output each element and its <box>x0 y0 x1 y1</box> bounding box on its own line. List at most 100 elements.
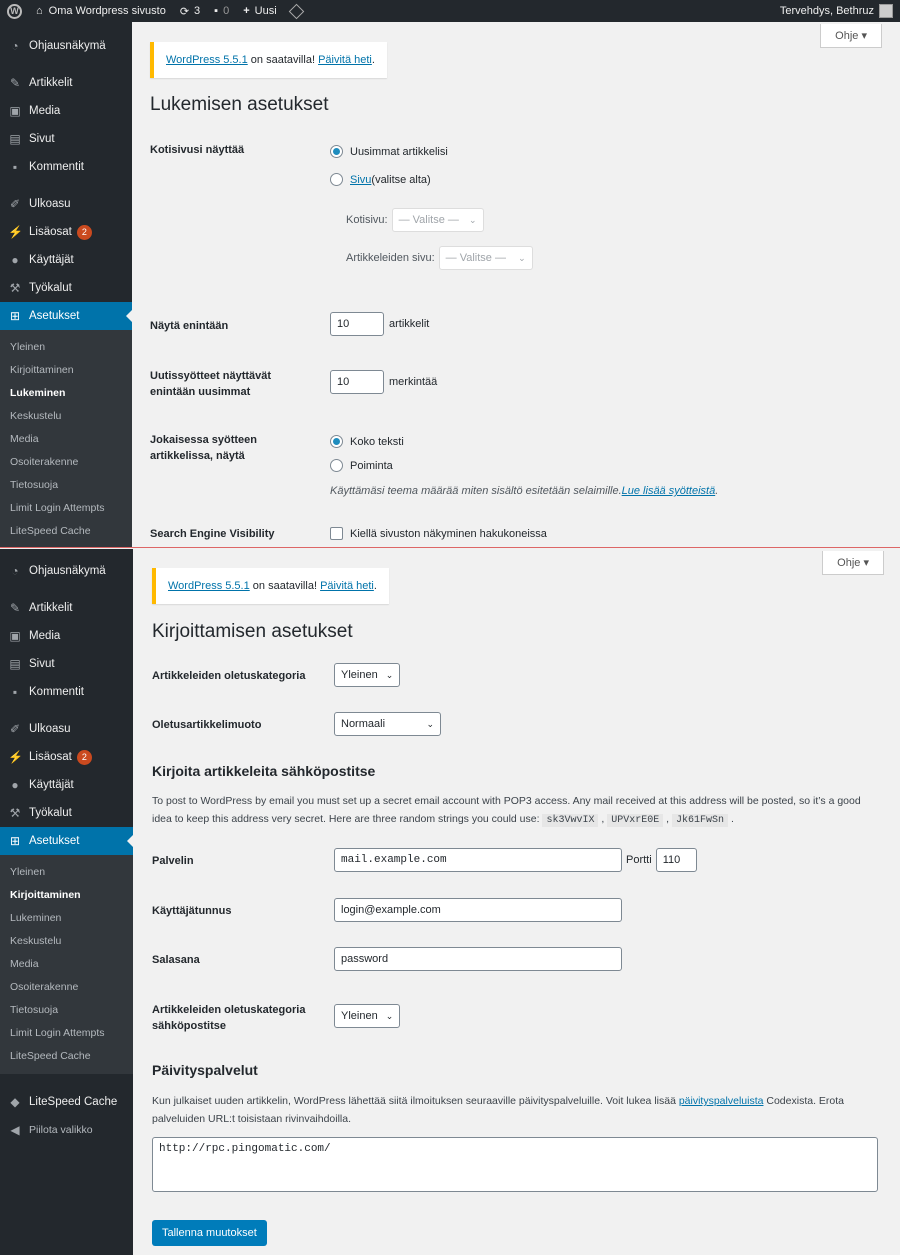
help-button[interactable]: Ohje ▾ <box>822 551 884 575</box>
ping-sites-textarea[interactable]: http://rpc.pingomatic.com/ <box>152 1137 878 1192</box>
update-now-link[interactable]: Päivitä heti <box>320 580 374 592</box>
submenu-reading[interactable]: Lukeminen <box>0 382 132 405</box>
menu-item-appearance[interactable]: ✐ Ulkoasu <box>0 715 133 743</box>
select-placeholder: — Valitse — <box>398 214 459 226</box>
latest-posts-option[interactable]: Uusimmat artikkelisi <box>330 145 448 158</box>
wrench-icon: ⚒ <box>9 281 21 295</box>
wordpress-version-link[interactable]: WordPress 5.5.1 <box>166 54 248 66</box>
homepage-select[interactable]: — Valitse — ⌄ <box>391 208 484 232</box>
menu-item-settings[interactable]: ⊞ Asetukset <box>0 302 132 330</box>
latest-posts-label: Uusimmat artikkelisi <box>350 145 448 158</box>
menu-item-posts[interactable]: ✎ Artikkelit <box>0 594 133 622</box>
update-now-link[interactable]: Päivitä heti <box>318 54 372 66</box>
page-link[interactable]: Sivu <box>350 174 371 186</box>
submenu-limit-login[interactable]: Limit Login Attempts <box>0 1022 133 1045</box>
menu-item-plugins[interactable]: ⚡ Lisäosat 2 <box>0 743 133 771</box>
login-name-input[interactable]: login@example.com <box>334 898 622 922</box>
menu-item-media[interactable]: ▣ Media <box>0 622 133 650</box>
menu-item-users[interactable]: ● Käyttäjät <box>0 771 133 799</box>
submenu-litespeed[interactable]: LiteSpeed Cache <box>0 520 132 543</box>
menu-item-pages[interactable]: ▤ Sivut <box>0 650 133 678</box>
mail-port-input[interactable]: 110 <box>655 848 697 872</box>
email-category-label: Artikkeleiden oletuskategoria sähköpostit… <box>152 1002 305 1034</box>
default-format-select[interactable]: Normaali ⌄ <box>334 712 441 736</box>
submenu-privacy[interactable]: Tietosuoja <box>0 999 133 1022</box>
main-content: Ohje ▾ WordPress 5.5.1 on saatavilla! Pä… <box>150 22 900 547</box>
admin-menu: ◔ Ohjausnäkymä ✎ Artikkelit ▣ Media ▤ Sivut … <box>0 22 132 547</box>
comments-link[interactable]: ▪ 0 <box>207 0 236 22</box>
submenu-media[interactable]: Media <box>0 428 132 451</box>
wordpress-version-link[interactable]: WordPress 5.5.1 <box>168 580 250 592</box>
posts-page-select[interactable]: — Valitse — ⌄ <box>438 246 533 270</box>
summary-label: Poiminta <box>350 459 393 472</box>
menu-item-tools[interactable]: ⚒ Työkalut <box>0 274 132 302</box>
menu-item-dashboard[interactable]: ◔ Ohjausnäkymä <box>0 557 133 585</box>
radio-latest-posts[interactable] <box>330 145 343 158</box>
posts-per-page-input[interactable]: 10 <box>330 312 384 336</box>
email-category-select[interactable]: Yleinen ⌄ <box>334 1004 400 1028</box>
submenu-limit-login[interactable]: Limit Login Attempts <box>0 497 132 520</box>
menu-item-litespeed-cache[interactable]: ◆ LiteSpeed Cache <box>0 1088 133 1116</box>
litespeed-bar-icon[interactable] <box>284 0 309 22</box>
notice-text: on saatavilla! <box>247 54 319 66</box>
media-icon: ▣ <box>9 104 21 118</box>
menu-item-tools[interactable]: ⚒ Työkalut <box>0 799 133 827</box>
submenu-media[interactable]: Media <box>0 953 133 976</box>
default-format-label: Oletusartikkelimuoto <box>152 719 262 731</box>
submenu-writing[interactable]: Kirjoittaminen <box>0 359 132 382</box>
new-content-link[interactable]: + Uusi <box>236 0 283 22</box>
page-title: Lukemisen asetukset <box>150 94 329 115</box>
discourage-search-checkbox[interactable] <box>330 527 343 540</box>
submenu-permalinks[interactable]: Osoiterakenne <box>0 451 132 474</box>
feeds-learn-more-link[interactable]: Lue lisää syötteistä <box>622 485 716 497</box>
radio-static-page[interactable] <box>330 173 343 186</box>
submenu-litespeed[interactable]: LiteSpeed Cache <box>0 1045 133 1068</box>
my-account-link[interactable]: Tervehdys, Bethruz <box>773 0 900 22</box>
menu-item-users[interactable]: ● Käyttäjät <box>0 246 132 274</box>
submenu-general[interactable]: Yleinen <box>0 336 132 359</box>
select-placeholder: — Valitse — <box>445 252 506 264</box>
radio-full-text[interactable] <box>330 435 343 448</box>
static-page-option[interactable]: Sivu (valitse alta) <box>330 173 431 186</box>
post-via-email-description: To post to WordPress by email you must s… <box>152 792 872 830</box>
submenu-discussion[interactable]: Keskustelu <box>0 930 133 953</box>
menu-item-pages[interactable]: ▤ Sivut <box>0 125 132 153</box>
wordpress-logo-icon[interactable]: W <box>0 0 29 22</box>
update-services-link[interactable]: päivityspalveluista <box>679 1095 764 1107</box>
feed-unit: merkintää <box>389 376 438 388</box>
label-line: sähköpostitse <box>152 1020 226 1032</box>
collapse-menu-button[interactable]: ◀ Piilota valikko <box>0 1116 133 1144</box>
menu-item-plugins[interactable]: ⚡ Lisäosat 2 <box>0 218 132 246</box>
submenu-general[interactable]: Yleinen <box>0 861 133 884</box>
menu-item-dashboard[interactable]: ◔ Ohjausnäkymä <box>0 32 132 60</box>
help-button[interactable]: Ohje ▾ <box>820 24 882 48</box>
summary-option[interactable]: Poiminta <box>330 459 393 472</box>
menu-item-comments[interactable]: ▪ Kommentit <box>0 153 132 181</box>
feed-count-input[interactable]: 10 <box>330 370 384 394</box>
site-name-link[interactable]: ⌂ Oma Wordpress sivusto <box>29 0 173 22</box>
mail-server-input[interactable]: mail.example.com <box>334 848 622 872</box>
menu-item-comments[interactable]: ▪ Kommentit <box>0 678 133 706</box>
full-text-option[interactable]: Koko teksti <box>330 435 404 448</box>
site-name: Oma Wordpress sivusto <box>48 5 166 17</box>
menu-label: Ulkoasu <box>29 723 71 735</box>
menu-label: Lisäosat <box>29 751 72 763</box>
submenu-privacy[interactable]: Tietosuoja <box>0 474 132 497</box>
chevron-down-icon: ⌄ <box>469 214 477 225</box>
submenu-discussion[interactable]: Keskustelu <box>0 405 132 428</box>
default-category-select[interactable]: Yleinen ⌄ <box>334 663 400 687</box>
save-changes-button[interactable]: Tallenna muutokset <box>152 1220 267 1246</box>
submenu-writing[interactable]: Kirjoittaminen <box>0 884 133 907</box>
discourage-search-option[interactable]: Kiellä sivuston näkyminen hakukoneissa <box>330 527 547 540</box>
menu-item-settings[interactable]: ⊞ Asetukset <box>0 827 133 855</box>
desc-text: Kun julkaiset uuden artikkelin, WordPres… <box>152 1095 679 1107</box>
updates-link[interactable]: ⟳ 3 <box>173 0 207 22</box>
menu-item-media[interactable]: ▣ Media <box>0 97 132 125</box>
radio-summary[interactable] <box>330 459 343 472</box>
menu-item-appearance[interactable]: ✐ Ulkoasu <box>0 190 132 218</box>
password-input[interactable]: password <box>334 947 622 971</box>
menu-item-posts[interactable]: ✎ Artikkelit <box>0 69 132 97</box>
submenu-reading[interactable]: Lukeminen <box>0 907 133 930</box>
submenu-permalinks[interactable]: Osoiterakenne <box>0 976 133 999</box>
notice-text: on saatavilla! <box>249 580 321 592</box>
